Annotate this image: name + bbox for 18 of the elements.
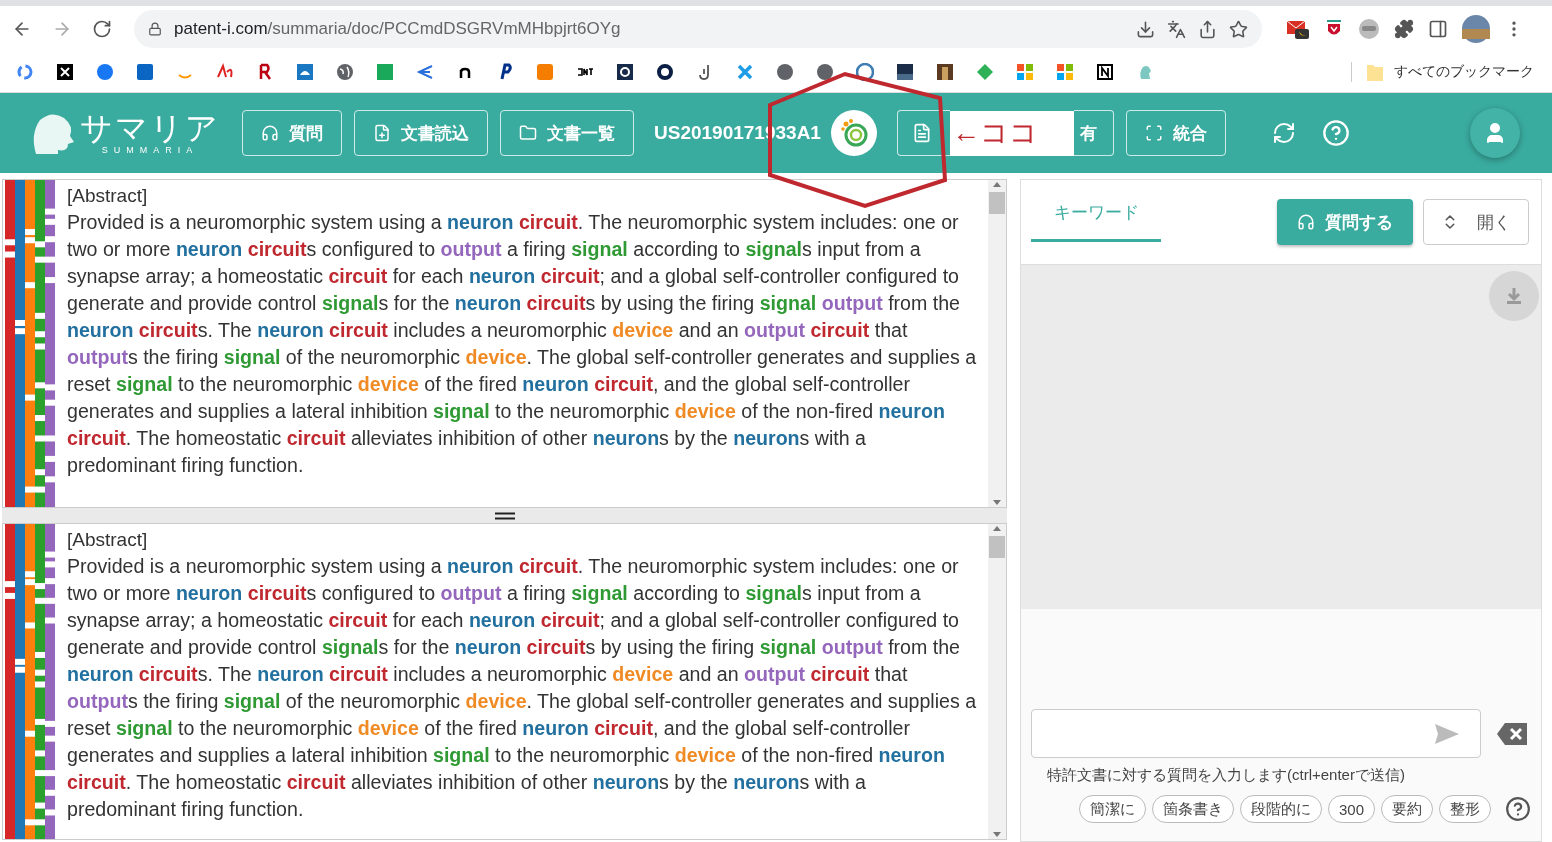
annotation-note: ←ココ [949, 110, 1074, 156]
preset-chip[interactable]: 300 [1327, 795, 1375, 823]
section-heading: [Abstract] [67, 528, 149, 552]
bookmarks-folder[interactable]: すべてのブックマーク [1394, 63, 1534, 81]
url-text: patent-i.com/summaria/doc/PCCmdDSGRVmMHbpjrt6OYg [174, 19, 622, 39]
preset-chip[interactable]: 段階的に [1239, 795, 1322, 823]
preset-chip[interactable]: 要約 [1381, 795, 1433, 823]
abstract-paragraph: Provided is a neuromorphic system using a neuron circuit. The neuromorphic system includes: one or two or more neuron circuits configured to output a firing signal according to signals input from a synapse array; a homeostatic circuit for each neuron circuit; and a global self-controller configured to generate and provide control signals for the neuron circuits by using the firing signal output from the neuron circuits. The neuron circuit includes a neuromorphic device and an output circuit that outputs the firing signal of the neuromorphic device. The global self-controller generates and supplies a reset signal to the neuromorphic device of the fired neuron circuit, and the global self-controller generates and supplies a lateral inhibition signal to the neuromorphic device of the non-fired neuron circuit. The homeostatic circuit alleviates inhibition of other neurons by the neurons with a predominant firing function. [67, 554, 978, 822]
expand-button[interactable]: 開く [1423, 199, 1529, 245]
logo-text: サマリア [80, 111, 220, 145]
preset-chip[interactable]: 箇条書き [1151, 795, 1234, 823]
abstract-paragraph: Provided is a neuromorphic system using a neuron circuit. The neuromorphic system includes: one or two or more neuron circuits configured to output a firing signal according to signals input from a synapse array; a homeostatic circuit for each neuron circuit; and a global self-controller configured to generate and provide control signals for the neuron circuits by using the firing signal output from the neuron circuits. The neuron circuit includes a neuromorphic device and an output circuit that outputs the firing signal of the neuromorphic device. The global self-controller generates and supplies a reset signal to the neuromorphic device of the fired neuron circuit, and the global self-controller generates and supplies a lateral inhibition signal to the neuromorphic device of the non-fired neuron circuit. The homeostatic circuit alleviates inhibition of other neurons by the neurons with a predominant firing function. [67, 210, 978, 478]
preset-chip[interactable]: 整形 [1439, 795, 1491, 823]
preset-chip[interactable]: 簡潔に [1078, 795, 1146, 823]
logo-subtitle: SUMMARIA [101, 145, 199, 155]
input-hint: 特許文書に対する質問を入力します(ctrl+enterで送信) [1047, 766, 1406, 785]
address-bar[interactable]: patent-i.com/summaria/doc/PCCmdDSGRVmMHbpjrt6OYg [134, 10, 1262, 48]
section-heading: [Abstract] [67, 184, 149, 208]
